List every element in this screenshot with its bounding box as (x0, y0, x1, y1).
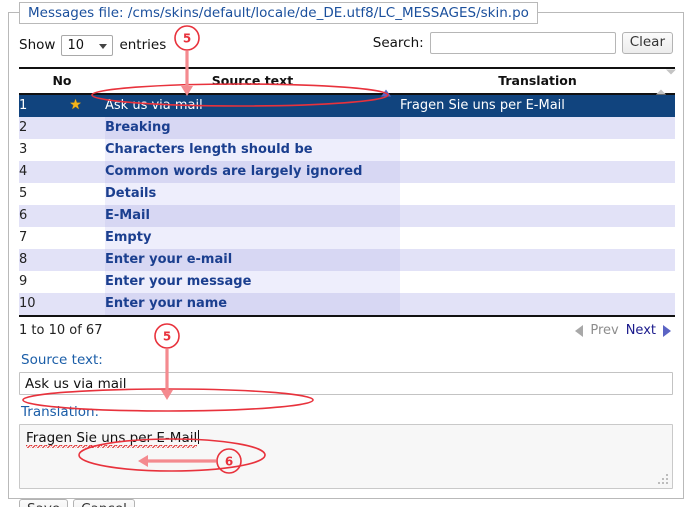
cell-no: 2 (19, 117, 105, 139)
column-header-source-label: Source text (211, 73, 294, 88)
row-number: 1 (19, 98, 28, 113)
prev-arrow-icon (575, 324, 584, 337)
cell-source-text: Ask us via mail (105, 94, 400, 117)
cell-translation (400, 117, 675, 139)
cell-translation: Fragen Sie uns per E-Mail (400, 98, 565, 113)
save-button[interactable]: Save (19, 499, 69, 507)
cell-translation (400, 271, 675, 293)
sort-none-icon (656, 69, 676, 95)
row-number: 4 (19, 164, 28, 179)
table-toolbar: Show 10 entries Search: Clear (19, 31, 673, 59)
row-number: 5 (19, 186, 28, 201)
row-number: 10 (19, 296, 36, 311)
page-length-value: 10 (67, 37, 84, 53)
table-header-row: No Source text Translation (19, 67, 676, 97)
cell-no: 8 (19, 249, 105, 271)
cell-no: 10 (19, 293, 105, 316)
translation-textarea[interactable]: Fragen Sie uns per E-Mail (19, 424, 673, 489)
next-arrow-icon (663, 324, 671, 337)
cell-translation (400, 205, 675, 227)
column-header-no[interactable]: No (19, 67, 105, 95)
cell-source-text: Breaking (105, 117, 400, 139)
resize-grip-icon[interactable] (658, 474, 669, 485)
column-header-translation-label: Translation (498, 73, 577, 88)
cell-translation (400, 249, 675, 271)
table-body: 1 ★ Ask us via mail Fragen Sie uns per E-Ma… (19, 94, 675, 316)
column-header-source[interactable]: Source text (105, 67, 400, 97)
source-text-input[interactable] (19, 372, 673, 395)
cell-no: 4 (19, 161, 105, 183)
row-number: 6 (19, 208, 28, 223)
search-control: Search: Clear (373, 32, 673, 54)
cell-source-text: Enter your e-mail (105, 249, 400, 271)
row-number: 2 (19, 120, 28, 135)
source-text-label: Source text: (21, 352, 103, 368)
text-caret (198, 430, 200, 444)
cell-no: 6 (19, 205, 105, 227)
row-number: 7 (19, 230, 28, 245)
table-row[interactable]: 10 Enter your name (19, 293, 675, 316)
pagination-controls: Prev Next (575, 323, 671, 338)
row-number: 3 (19, 142, 28, 157)
table-row[interactable]: 1 ★ Ask us via mail Fragen Sie uns per E-Ma… (19, 94, 675, 117)
translation-label: Translation: (21, 404, 100, 420)
cell-source-text: Characters length should be (105, 139, 400, 161)
translation-editor-window: Messages file: /cms/skins/default/locale… (0, 0, 692, 507)
clear-search-button[interactable]: Clear (621, 32, 673, 54)
table-row[interactable]: 2 Breaking (19, 117, 675, 139)
cell-source-text: E-Mail (105, 205, 400, 227)
cell-no: 5 (19, 183, 105, 205)
sort-ascending-icon (381, 74, 391, 97)
entries-label: entries (119, 37, 167, 53)
cell-no: 1 ★ (19, 94, 105, 117)
row-number: 9 (19, 274, 28, 289)
translation-text: Fragen Sie uns per E-Mail (26, 430, 200, 448)
pagination-bar: 1 to 10 of 67 Prev Next (19, 323, 673, 343)
translation-value: Fragen Sie uns per E-Mail (26, 430, 198, 448)
cell-translation (400, 227, 675, 249)
page-length-select[interactable]: 10 (61, 34, 114, 56)
prev-page-button[interactable]: Prev (590, 323, 618, 338)
chevron-down-icon (99, 43, 108, 49)
page-length-control: Show 10 entries (19, 34, 167, 56)
column-header-translation[interactable]: Translation (400, 67, 676, 95)
cell-translation (400, 183, 675, 205)
cell-source-text: Enter your name (105, 293, 400, 316)
table-row[interactable]: 9 Enter your message (19, 271, 675, 293)
table-row[interactable]: 5 Details (19, 183, 675, 205)
row-number: 8 (19, 252, 28, 267)
cell-no: 7 (19, 227, 105, 249)
messages-table: No Source text Translation 1 ★ Ask us vi… (19, 67, 676, 317)
cell-translation (400, 161, 675, 183)
table-row[interactable]: 3 Characters length should be (19, 139, 675, 161)
cell-translation (400, 293, 675, 316)
cancel-button[interactable]: Cancel (73, 499, 135, 507)
cell-translation (400, 139, 675, 161)
star-icon[interactable]: ★ (69, 97, 82, 113)
fieldset-content: Show 10 entries Search: Clear No Source … (9, 13, 683, 507)
table-header: No Source text Translation (19, 67, 676, 97)
table-row[interactable]: 7 Empty (19, 227, 675, 249)
column-header-no-label: No (52, 73, 72, 88)
cell-source-text: Enter your message (105, 271, 400, 293)
cell-no: 3 (19, 139, 105, 161)
table-row[interactable]: 8 Enter your e-mail (19, 249, 675, 271)
cell-source-text: Common words are largely ignored (105, 161, 400, 183)
next-page-button[interactable]: Next (626, 323, 656, 338)
cell-no: 9 (19, 271, 105, 293)
cell-source-text: Details (105, 183, 400, 205)
table-row[interactable]: 4 Common words are largely ignored (19, 161, 675, 183)
search-input[interactable] (429, 32, 616, 54)
search-label: Search: (372, 35, 424, 51)
show-label: Show (19, 37, 56, 53)
messages-file-fieldset: Messages file: /cms/skins/default/locale… (8, 2, 684, 507)
form-actions: Save Cancel (19, 499, 673, 507)
cell-source-text: Empty (105, 227, 400, 249)
table-row[interactable]: 6 E-Mail (19, 205, 675, 227)
pagination-info: 1 to 10 of 67 (19, 323, 103, 338)
